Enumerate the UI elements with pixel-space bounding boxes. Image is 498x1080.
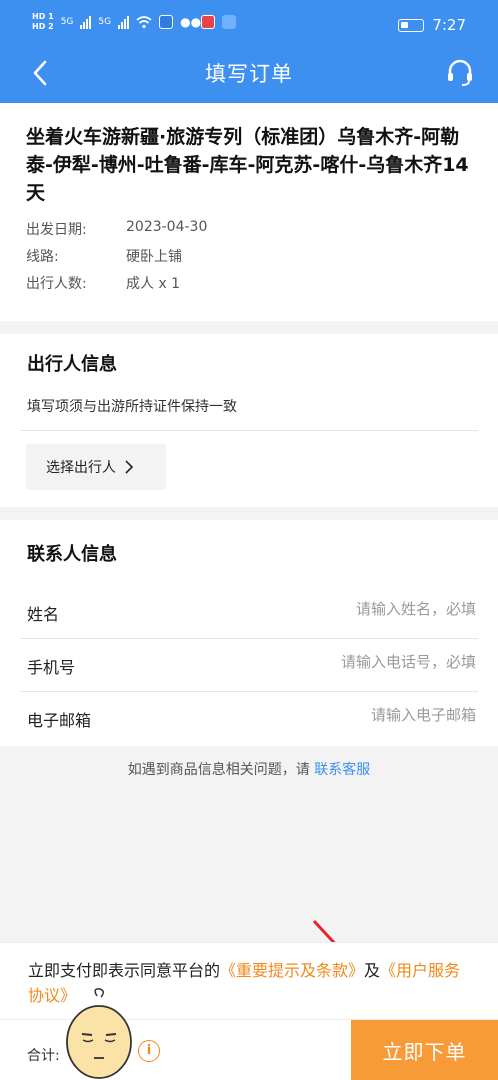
select-traveler-label: 选择出行人 <box>46 460 116 476</box>
important-terms-link[interactable]: 《重要提示及条款》 <box>220 961 364 980</box>
email-label: 电子邮箱 <box>27 711 92 730</box>
network1-label: 5G <box>60 17 74 27</box>
cloud-app-icon <box>222 15 237 29</box>
headset-icon[interactable] <box>444 56 476 88</box>
contact-section-title: 联系人信息 <box>27 544 117 565</box>
detail-value: 2023-04-30 <box>126 219 208 235</box>
product-details: 出发日期: 2023-04-30 线路: 硬卧上铺 出行人数: 成人 x 1 <box>26 219 472 300</box>
detail-value: 硬卧上铺 <box>126 249 182 265</box>
total-label: 合计: <box>27 1048 60 1064</box>
wechat-icon: ●● <box>180 15 202 29</box>
detail-key: 出行人数: <box>26 276 87 292</box>
help-text: 如遇到商品信息相关问题，请 <box>127 762 315 778</box>
contact-support-link[interactable]: 联系客服 <box>314 762 370 778</box>
detail-key: 线路: <box>26 249 59 265</box>
agreement-middle: 及 <box>364 961 381 980</box>
sim2-label: HD 2 <box>32 22 54 31</box>
status-bar: HD 1 HD 2 5G 5G ●● 7:27 <box>0 0 498 44</box>
sim-indicators: HD 1 HD 2 <box>32 12 54 32</box>
divider <box>20 430 478 431</box>
detail-key: 出发日期: <box>26 222 87 238</box>
contact-section: 联系人信息 姓名 手机号 电子邮箱 <box>0 520 498 746</box>
help-line: 如遇到商品信息相关问题，请 联系客服 <box>0 759 498 779</box>
product-card: 坐着火车游新疆·旅游专列（标准团）乌鲁木齐-阿勒泰-伊犁-博州-吐鲁番-库车-阿… <box>0 103 498 321</box>
phone-label: 手机号 <box>27 658 76 677</box>
status-time: 7:27 <box>432 16 466 34</box>
page-title: 填写订单 <box>205 62 293 86</box>
sim1-label: HD 1 <box>32 12 54 21</box>
submit-order-button[interactable]: 立即下单 <box>351 1020 498 1080</box>
detail-row-departure-date: 出发日期: 2023-04-30 <box>26 219 472 246</box>
wifi-icon <box>136 15 152 28</box>
name-field: 姓名 <box>20 586 478 638</box>
red-app-icon <box>201 15 216 29</box>
sleepy-face-sticker-icon <box>66 988 132 1079</box>
agreement-prefix: 立即支付即表示同意平台的 <box>28 961 221 980</box>
detail-row-route: 线路: 硬卧上铺 <box>26 246 472 273</box>
status-left: HD 1 HD 2 5G 5G ●● <box>32 12 237 32</box>
chevron-right-icon <box>125 460 134 474</box>
info-circle-icon[interactable]: i <box>138 1040 160 1062</box>
traveler-section: 出行人信息 填写项须与出游所持证件保持一致 选择出行人 <box>0 334 498 507</box>
signal2-icon <box>118 15 130 29</box>
email-field: 电子邮箱 <box>20 692 478 744</box>
compass-app-icon <box>159 15 174 29</box>
traveler-note: 填写项须与出游所持证件保持一致 <box>27 399 237 415</box>
name-label: 姓名 <box>27 605 60 624</box>
battery-icon <box>398 18 425 32</box>
detail-value: 成人 x 1 <box>126 276 181 292</box>
app-header: HD 1 HD 2 5G 5G ●● 7:27 填写订单 <box>0 0 498 103</box>
email-input[interactable] <box>216 706 476 724</box>
name-input[interactable] <box>216 600 476 618</box>
phone-input[interactable] <box>216 653 476 671</box>
detail-row-travelers-count: 出行人数: 成人 x 1 <box>26 273 472 300</box>
phone-field: 手机号 <box>20 639 478 691</box>
signal1-icon <box>80 15 92 29</box>
product-title: 坐着火车游新疆·旅游专列（标准团）乌鲁木齐-阿勒泰-伊犁-博州-吐鲁番-库车-阿… <box>26 126 469 204</box>
traveler-section-title: 出行人信息 <box>27 354 117 375</box>
network2-label: 5G <box>98 17 112 27</box>
select-traveler-button[interactable]: 选择出行人 <box>26 444 166 490</box>
status-right: 7:27 <box>398 16 466 34</box>
